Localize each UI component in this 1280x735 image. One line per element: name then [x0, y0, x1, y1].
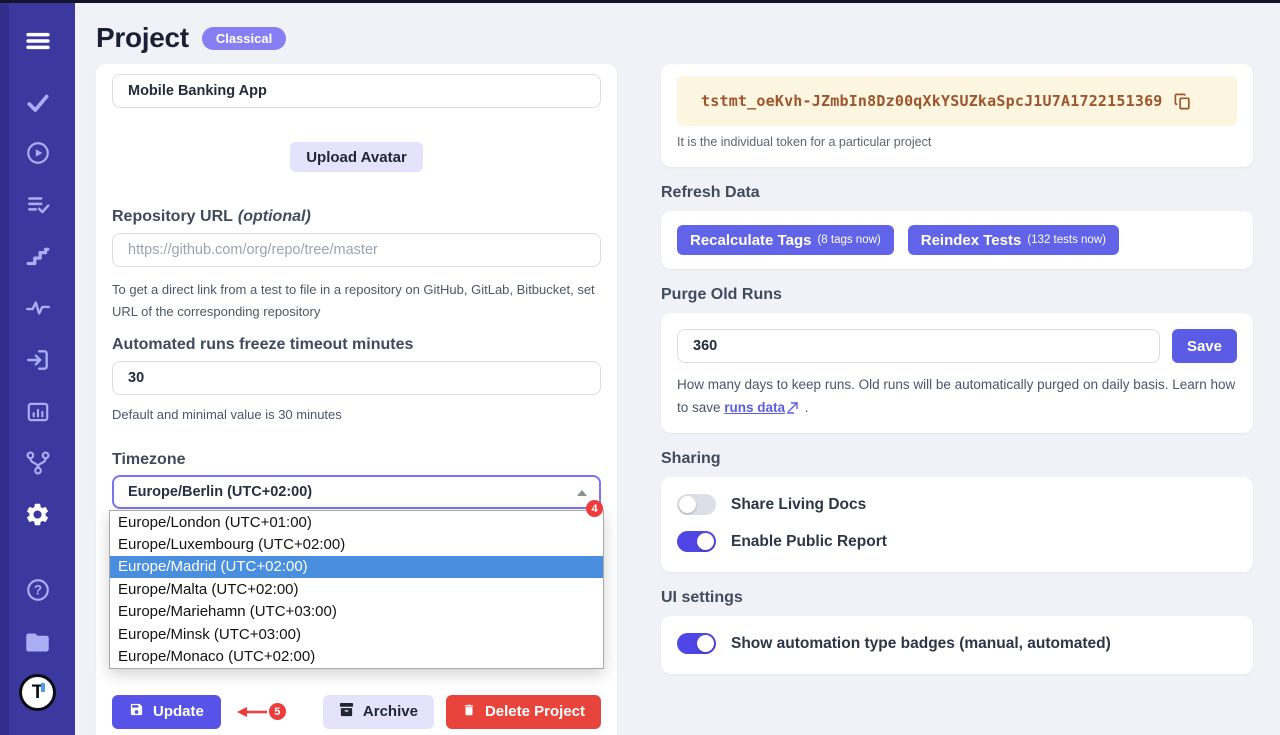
app-logo[interactable]: T	[0, 674, 75, 711]
automation-badges-toggle[interactable]	[677, 633, 716, 654]
svg-text:?: ?	[33, 583, 41, 598]
recalculate-tags-button[interactable]: Recalculate Tags (8 tags now)	[677, 225, 894, 255]
timezone-dropdown: Europe/London (UTC+01:00) Europe/Luxembo…	[109, 510, 604, 669]
archive-button[interactable]: Archive	[323, 695, 434, 729]
check-icon[interactable]	[0, 90, 75, 116]
project-token-box: tstmt_oeKvh-JZmbIn8Dz00qXkYSUZkaSpcJ1U7A…	[677, 76, 1237, 126]
caret-up-icon	[577, 490, 587, 496]
purge-help: How many days to keep runs. Old runs wil…	[677, 373, 1237, 419]
enable-public-report-row: Enable Public Report	[677, 531, 1237, 552]
annotation-arrow-5: 5	[233, 703, 286, 721]
steps-icon[interactable]	[0, 244, 75, 270]
timezone-option[interactable]: Europe/Monaco (UTC+02:00)	[110, 645, 603, 667]
menu-icon[interactable]	[0, 27, 75, 55]
ui-settings-heading: UI settings	[661, 589, 1253, 607]
purge-days-input[interactable]	[677, 329, 1160, 363]
freeze-timeout-input[interactable]	[112, 361, 601, 395]
share-living-docs-row: Share Living Docs	[677, 494, 1237, 515]
runs-data-link[interactable]: runs data	[724, 400, 785, 415]
classical-badge: Classical	[202, 27, 286, 50]
purge-old-runs-card: Save How many days to keep runs. Old run…	[661, 313, 1253, 433]
upload-avatar-button[interactable]: Upload Avatar	[290, 142, 423, 172]
copy-token-icon[interactable]	[1173, 92, 1192, 111]
list-check-icon[interactable]	[0, 192, 75, 218]
automation-badges-row: Show automation type badges (manual, aut…	[677, 633, 1237, 654]
save-button[interactable]: Save	[1172, 329, 1237, 363]
timezone-option[interactable]: Europe/Mariehamn (UTC+03:00)	[110, 601, 603, 623]
timezone-option[interactable]: Europe/London (UTC+01:00)	[110, 511, 603, 533]
timezone-option[interactable]: Europe/Minsk (UTC+03:00)	[110, 623, 603, 645]
form-actions: Update 5 Archive Delete Project	[112, 695, 601, 729]
refresh-data-heading: Refresh Data	[661, 184, 1253, 202]
repository-url-label: Repository URL(optional)	[112, 208, 601, 226]
annotation-badge-5: 5	[269, 703, 286, 720]
timezone-selected-value: Europe/Berlin (UTC+02:00)	[128, 484, 312, 500]
sign-in-icon[interactable]	[0, 347, 75, 373]
reindex-tests-button[interactable]: Reindex Tests (132 tests now)	[908, 225, 1119, 255]
sharing-heading: Sharing	[661, 450, 1253, 468]
timezone-option-highlighted[interactable]: Europe/Madrid (UTC+02:00)	[110, 556, 603, 578]
share-living-docs-toggle[interactable]	[677, 494, 716, 515]
page-title: Project	[96, 22, 189, 54]
external-link-icon	[785, 400, 801, 415]
right-column: tstmt_oeKvh-JZmbIn8Dz00qXkYSUZkaSpcJ1U7A…	[661, 64, 1253, 674]
repository-url-input[interactable]	[112, 233, 601, 267]
update-button[interactable]: Update	[112, 695, 221, 729]
gear-icon[interactable]	[0, 501, 75, 528]
ui-settings-card: Show automation type badges (manual, aut…	[661, 616, 1253, 674]
archive-icon	[339, 702, 354, 721]
bar-chart-icon[interactable]	[0, 399, 75, 425]
branch-icon[interactable]	[0, 450, 75, 476]
token-card: tstmt_oeKvh-JZmbIn8Dz00qXkYSUZkaSpcJ1U7A…	[661, 64, 1253, 167]
project-name-input[interactable]	[112, 74, 601, 108]
trash-icon	[462, 703, 476, 721]
sharing-card: Share Living Docs Enable Public Report	[661, 477, 1253, 572]
timezone-option[interactable]: Europe/Malta (UTC+02:00)	[110, 578, 603, 600]
page-header: Project Classical	[96, 22, 286, 54]
purge-old-runs-heading: Purge Old Runs	[661, 286, 1253, 304]
freeze-timeout-help: Default and minimal value is 30 minutes	[112, 404, 601, 426]
token-caption: It is the individual token for a particu…	[677, 135, 1237, 149]
enable-public-report-toggle[interactable]	[677, 531, 716, 552]
repository-url-help: To get a direct link from a test to file…	[112, 279, 601, 323]
save-icon	[129, 702, 144, 721]
timezone-label: Timezone	[112, 451, 601, 469]
question-icon[interactable]: ?	[0, 577, 75, 603]
annotation-badge-4: 4	[586, 500, 603, 517]
delete-project-button[interactable]: Delete Project	[446, 695, 601, 729]
project-token-value: tstmt_oeKvh-JZmbIn8Dz00qXkYSUZkaSpcJ1U7A…	[701, 92, 1163, 110]
sidebar: ? T	[0, 0, 75, 735]
pulse-icon[interactable]	[0, 295, 75, 321]
freeze-timeout-label: Automated runs freeze timeout minutes	[112, 336, 601, 354]
play-circle-icon[interactable]	[0, 140, 75, 166]
timezone-option[interactable]: Europe/Luxembourg (UTC+02:00)	[110, 533, 603, 555]
timezone-select[interactable]: Europe/Berlin (UTC+02:00) 4	[112, 475, 601, 509]
project-settings-card: Upload Avatar Repository URL(optional) T…	[96, 64, 617, 735]
folder-icon[interactable]	[0, 629, 75, 656]
refresh-data-card: Recalculate Tags (8 tags now) Reindex Te…	[661, 211, 1253, 269]
